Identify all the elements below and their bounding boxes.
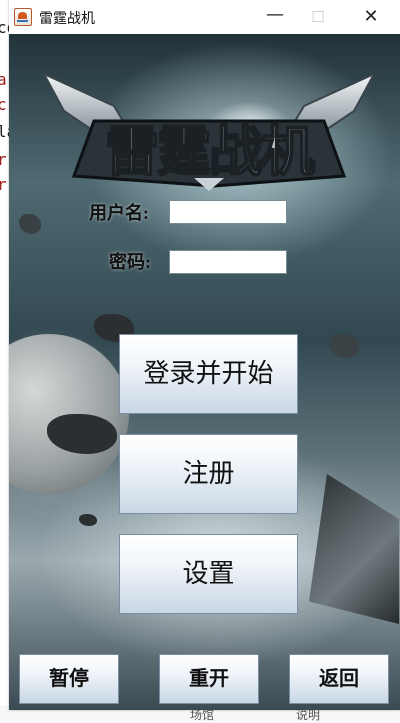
- settings-button[interactable]: 设置: [119, 534, 298, 614]
- maximize-icon[interactable]: ☐: [305, 6, 331, 28]
- background-text: r: [0, 175, 7, 194]
- background-text: r: [0, 150, 7, 169]
- pause-button[interactable]: 暂停: [19, 654, 119, 704]
- login-start-button[interactable]: 登录并开始: [119, 334, 298, 414]
- register-button[interactable]: 注册: [119, 434, 298, 514]
- username-input[interactable]: [169, 200, 287, 224]
- game-content: 雷霆战机 用户名: 密码: 登录并开始 注册 设置 暂停 重开 返回: [9, 34, 400, 710]
- game-logo: 雷霆战机: [44, 72, 374, 191]
- background-window-strip: co a c la r r: [0, 0, 16, 723]
- window-title: 雷霆战机: [39, 11, 95, 27]
- password-input[interactable]: [169, 250, 287, 274]
- java-icon: [14, 8, 32, 26]
- background-text: a: [0, 70, 7, 89]
- asteroid-decoration: [329, 334, 359, 358]
- password-label: 密码:: [109, 252, 151, 272]
- logo-text: 雷霆战机: [105, 120, 315, 183]
- asteroid-decoration: [79, 514, 97, 526]
- title-bar[interactable]: 雷霆战机 — ☐ ✕: [9, 0, 400, 34]
- back-button[interactable]: 返回: [289, 654, 389, 704]
- background-text: c: [0, 95, 7, 114]
- username-label: 用户名:: [89, 203, 149, 223]
- spaceship-decoration: [309, 474, 399, 624]
- restart-button[interactable]: 重开: [159, 654, 259, 704]
- minimize-icon[interactable]: —: [262, 4, 288, 26]
- asteroid-decoration: [19, 214, 41, 234]
- close-icon[interactable]: ✕: [358, 6, 384, 28]
- game-window: 雷霆战机 — ☐ ✕ 雷霆战机 用户名: 密码: 登录并开始 注册 设置 暂停 …: [9, 0, 400, 710]
